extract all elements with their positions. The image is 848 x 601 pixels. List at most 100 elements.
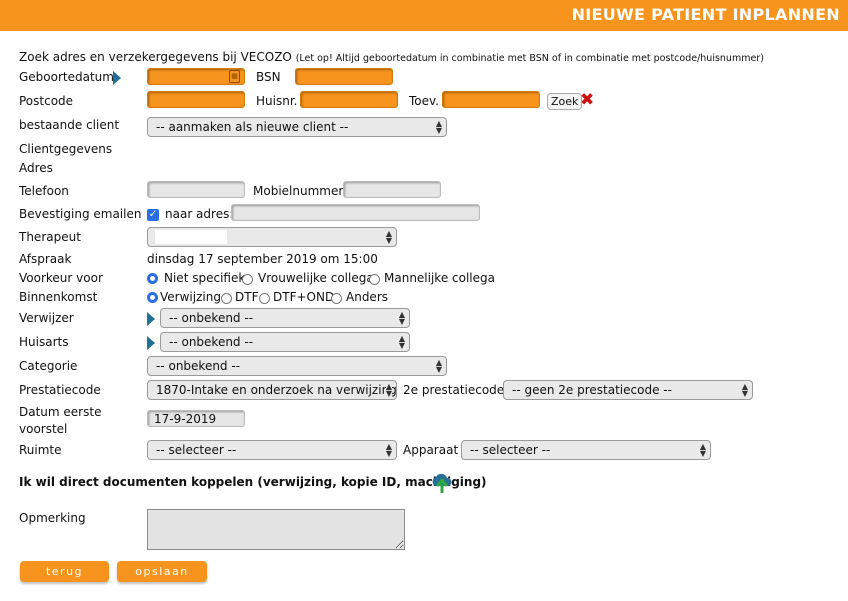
calendar-picker-icon[interactable]: ▦ (229, 70, 240, 83)
select-arrows-icon: ▲ ▼ (385, 229, 392, 245)
voorkeur-option-label: Mannelijke collega (384, 271, 495, 285)
naar-adres-label: naar adres: (165, 207, 234, 221)
ruimte-value: -- selecteer -- (156, 443, 237, 457)
upload-cloud-icon[interactable] (430, 471, 454, 493)
huisnr-label: Huisnr. (256, 94, 298, 108)
clientgegevens-label: Clientgegevens (19, 142, 113, 156)
tweede-prestatiecode-value: -- geen 2e prestatiecode -- (512, 383, 672, 397)
select-arrows-icon: ▲ ▼ (398, 334, 405, 350)
huisarts-value: -- onbekend -- (169, 335, 254, 349)
postcode-label: Postcode (19, 94, 74, 108)
select-arrows-icon: ▲ ▼ (699, 442, 706, 458)
select-arrows-icon: ▲ ▼ (385, 442, 392, 458)
categorie-select[interactable]: -- onbekend -- ▲ ▼ (147, 356, 447, 376)
bestaande-client-label: bestaande client (19, 118, 120, 132)
bsn-input[interactable] (295, 68, 393, 85)
adres-label: Adres (19, 161, 53, 175)
select-arrows-icon: ▲ ▼ (741, 382, 748, 398)
therapeut-select[interactable]: ▲ ▼ (147, 227, 397, 247)
tweede-prestatiecode-select[interactable]: -- geen 2e prestatiecode -- ▲ ▼ (503, 380, 753, 400)
therapeut-selected-value (155, 230, 227, 244)
telefoon-label: Telefoon (19, 184, 69, 198)
categorie-label: Categorie (19, 359, 78, 373)
afspraak-value: dinsdag 17 september 2019 om 15:00 (147, 252, 378, 266)
toev-input[interactable] (442, 91, 540, 108)
huisarts-select[interactable]: -- onbekend -- ▲ ▼ (160, 332, 410, 352)
postcode-field[interactable] (148, 92, 244, 107)
ruimte-select[interactable]: -- selecteer -- ▲ ▼ (147, 440, 397, 460)
voorkeur-vrouwelijk-radio[interactable] (242, 274, 253, 285)
voorkeur-option-label: Niet specifiek (164, 271, 246, 285)
page-title: NIEUWE PATIENT INPLANNEN (571, 5, 840, 24)
apparaat-value: -- selecteer -- (470, 443, 551, 457)
bestaande-client-select[interactable]: -- aanmaken als nieuwe client -- ▲ ▼ (147, 117, 447, 137)
zoek-button[interactable]: Zoek (547, 93, 583, 110)
select-arrows-icon: ▲ ▼ (435, 358, 442, 374)
bestaande-client-value: -- aanmaken als nieuwe client -- (156, 120, 349, 134)
vecozo-notice-note: (Let op! Altijd geboortedatum in combina… (295, 53, 764, 64)
datum-eerste-voorstel-input[interactable] (147, 410, 245, 427)
categorie-value: -- onbekend -- (156, 359, 241, 373)
datum-eerste-voorstel-label-1: Datum eerste (19, 405, 102, 419)
toev-label: Toev. (409, 94, 439, 108)
prestatiecode-value: 1870-Intake en onderzoek na verwijzing (156, 383, 397, 397)
binnenkomst-dtf-ond-radio[interactable] (259, 293, 270, 304)
therapeut-label: Therapeut (19, 230, 81, 244)
select-arrows-icon: ▲ ▼ (385, 382, 392, 398)
voorkeur-mannelijk-radio[interactable] (369, 274, 380, 285)
afspraak-label: Afspraak (19, 252, 72, 266)
clear-search-icon[interactable]: ✖ (580, 91, 594, 109)
huisarts-label: Huisarts (19, 335, 69, 349)
bevestiging-emailen-checkbox[interactable]: ✓ (147, 209, 159, 221)
bevestiging-emailen-label: Bevestiging emailen (19, 207, 142, 221)
telefoon-field[interactable] (148, 182, 244, 197)
select-arrows-icon: ▲ ▼ (435, 119, 442, 135)
bsn-label: BSN (256, 70, 281, 84)
vecozo-notice-main: Zoek adres en verzekergegevens bij VECOZ… (19, 50, 292, 64)
binnenkomst-option-label: DTF (235, 290, 259, 304)
email-adres-field[interactable] (232, 205, 479, 220)
huisnr-field[interactable] (301, 92, 397, 107)
huisarts-indicator-icon[interactable] (147, 336, 155, 350)
binnenkomst-anders-radio[interactable] (331, 293, 342, 304)
geboortedatum-label: Geboortedatum (19, 70, 114, 84)
opslaan-button[interactable]: opslaan (117, 561, 207, 582)
telefoon-input[interactable] (147, 181, 245, 198)
voorkeur-option-label: Vrouwelijke collega (258, 271, 374, 285)
binnenkomst-option-label: Anders (346, 290, 388, 304)
toev-field[interactable] (443, 92, 539, 107)
terug-button[interactable]: terug (20, 561, 109, 582)
vecozo-notice: Zoek adres en verzekergegevens bij VECOZ… (19, 50, 764, 64)
voorkeur-voor-label: Voorkeur voor (19, 271, 103, 285)
verwijzer-indicator-icon[interactable] (147, 312, 155, 326)
opmerking-label: Opmerking (19, 511, 86, 525)
tweede-prestatiecode-label: 2e prestatiecode (403, 383, 505, 397)
ruimte-label: Ruimte (19, 443, 62, 457)
datum-eerste-voorstel-label-2: voorstel (19, 422, 68, 436)
prestatiecode-select[interactable]: 1870-Intake en onderzoek na verwijzing ▲… (147, 380, 397, 400)
binnenkomst-option-label: Verwijzing (160, 290, 221, 304)
voorkeur-niet-specifiek-radio[interactable] (147, 273, 158, 284)
header-bar: NIEUWE PATIENT INPLANNEN (0, 0, 848, 31)
apparaat-select[interactable]: -- selecteer -- ▲ ▼ (461, 440, 711, 460)
geboortedatum-indicator-icon (113, 71, 121, 85)
opmerking-textarea[interactable] (147, 509, 405, 550)
binnenkomst-verwijzing-radio[interactable] (147, 292, 158, 303)
bsn-field[interactable] (296, 69, 392, 84)
mobielnummer-input[interactable] (343, 181, 441, 198)
mobielnummer-field[interactable] (344, 182, 440, 197)
prestatiecode-label: Prestatiecode (19, 383, 101, 397)
huisnr-input[interactable] (300, 91, 398, 108)
binnenkomst-dtf-radio[interactable] (221, 293, 232, 304)
binnenkomst-option-label: DTF+OND (273, 290, 335, 304)
verwijzer-select[interactable]: -- onbekend -- ▲ ▼ (160, 308, 410, 328)
documenten-koppelen-label: Ik wil direct documenten koppelen (verwi… (19, 475, 487, 489)
verwijzer-label: Verwijzer (19, 311, 74, 325)
binnenkomst-label: Binnenkomst (19, 290, 98, 304)
postcode-input[interactable] (147, 91, 245, 108)
verwijzer-value: -- onbekend -- (169, 311, 254, 325)
datum-eerste-voorstel-field[interactable] (148, 411, 244, 426)
email-adres-input[interactable] (231, 204, 480, 221)
mobielnummer-label: Mobielnummer (253, 184, 344, 198)
select-arrows-icon: ▲ ▼ (398, 310, 405, 326)
